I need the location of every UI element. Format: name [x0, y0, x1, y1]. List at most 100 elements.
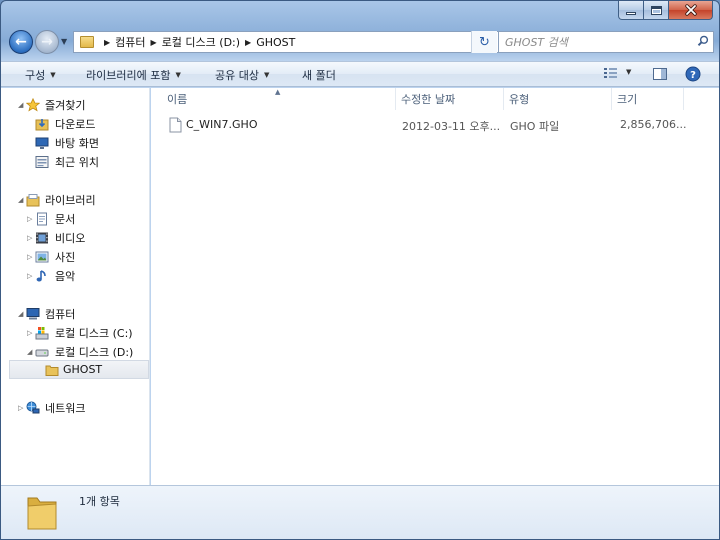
nav-item-drive-d[interactable]: ◢ 로컬 디스크 (D:): [1, 342, 149, 361]
organize-button[interactable]: 구성 ▼: [25, 67, 56, 83]
system-drive-icon: [35, 326, 49, 339]
nav-item-videos[interactable]: ▷ 비디오: [1, 228, 149, 247]
maximize-button[interactable]: [644, 1, 669, 20]
music-icon: [36, 269, 46, 281]
nav-item-music-label: 음악: [55, 269, 76, 283]
nav-item-pictures[interactable]: ▷ 사진: [1, 247, 149, 266]
column-header-modified-label: 수정한 날짜: [401, 93, 456, 106]
column-header-name-label: 이름: [167, 93, 188, 106]
breadcrumb-drive-d[interactable]: 로컬 디스크 (D:): [162, 34, 240, 50]
share-with-button[interactable]: 공유 대상 ▼: [215, 67, 269, 83]
preview-pane-icon[interactable]: [652, 66, 668, 82]
nav-item-recent-places-label: 최근 위치: [55, 155, 99, 169]
close-button[interactable]: [669, 1, 713, 20]
nav-computer[interactable]: ◢ 컴퓨터: [1, 304, 149, 323]
explorer-window: ← → ▼ ▶ 컴퓨터 ▶ 로컬 디스크 (D:) ▶ GHOST ▼ ↻ GH…: [0, 0, 720, 540]
expand-icon[interactable]: ▷: [18, 404, 23, 412]
file-icon: [169, 117, 182, 133]
folder-icon: [27, 497, 57, 530]
command-bar: 구성 ▼ 라이브러리에 포함 ▼ 공유 대상 ▼ 새 폴더 ▼ ?: [1, 61, 719, 87]
search-box[interactable]: GHOST 검색: [498, 31, 714, 53]
collapse-icon[interactable]: ◢: [27, 348, 32, 356]
expand-icon[interactable]: ▷: [27, 215, 32, 223]
nav-item-desktop-label: 바탕 화면: [55, 136, 99, 150]
refresh-button[interactable]: ↻: [471, 31, 497, 53]
breadcrumb-separator-icon[interactable]: ▶: [151, 38, 157, 47]
library-icon: [26, 193, 40, 206]
folder-icon: [45, 365, 59, 376]
pictures-icon: [35, 251, 49, 262]
expand-icon[interactable]: ▷: [27, 329, 32, 337]
column-header-size-label: 크기: [617, 93, 638, 106]
recent-pages-dropdown[interactable]: ▼: [61, 37, 67, 46]
forward-button[interactable]: →: [35, 30, 59, 54]
collapse-icon[interactable]: ◢: [18, 310, 23, 318]
collapse-icon[interactable]: ◢: [18, 101, 23, 109]
nav-item-music[interactable]: ▷ 음악: [1, 266, 149, 285]
include-in-library-button[interactable]: 라이브러리에 포함 ▼: [86, 67, 181, 83]
breadcrumb-ghost[interactable]: GHOST: [256, 36, 295, 49]
back-button[interactable]: ←: [9, 30, 33, 54]
column-header-size[interactable]: 크기: [612, 88, 684, 110]
forward-arrow-icon: →: [41, 34, 53, 50]
nav-network[interactable]: ▷ 네트워크: [1, 398, 149, 417]
collapse-icon[interactable]: ◢: [18, 196, 23, 204]
close-icon: [684, 4, 697, 16]
nav-item-documents-label: 문서: [55, 212, 76, 226]
minimize-button[interactable]: [618, 1, 644, 20]
search-icon[interactable]: [697, 35, 709, 47]
expand-icon[interactable]: ▷: [27, 253, 32, 261]
nav-item-downloads[interactable]: 다운로드: [1, 114, 149, 133]
breadcrumb-computer[interactable]: 컴퓨터: [115, 34, 145, 50]
minimize-icon: [626, 11, 636, 15]
nav-item-ghost[interactable]: GHOST: [9, 360, 149, 379]
nav-libraries-label: 라이브러리: [45, 193, 96, 207]
new-folder-label: 새 폴더: [302, 69, 336, 82]
column-header-type[interactable]: 유형: [504, 88, 612, 110]
star-icon: [26, 97, 40, 111]
back-arrow-icon: ←: [15, 34, 27, 50]
svg-text:?: ?: [690, 70, 696, 81]
network-icon: [26, 401, 40, 413]
nav-favorites[interactable]: ◢ 즐겨찾기: [1, 95, 149, 114]
expand-icon[interactable]: ▷: [27, 272, 32, 280]
details-pane: 1개 항목: [1, 485, 719, 539]
nav-item-drive-d-label: 로컬 디스크 (D:): [55, 345, 134, 359]
file-type: GHO 파일: [510, 120, 560, 133]
nav-libraries[interactable]: ◢ 라이브러리: [1, 190, 149, 209]
breadcrumb-separator-icon[interactable]: ▶: [104, 38, 110, 47]
navigation-bar: ← → ▼ ▶ 컴퓨터 ▶ 로컬 디스크 (D:) ▶ GHOST ▼ ↻ GH…: [7, 29, 715, 55]
recent-places-icon: [35, 155, 49, 168]
new-folder-button[interactable]: 새 폴더: [302, 67, 336, 83]
nav-item-recent-places[interactable]: 최근 위치: [1, 152, 149, 171]
nav-item-drive-c-label: 로컬 디스크 (C:): [55, 326, 133, 340]
desktop-icon: [35, 137, 49, 149]
nav-item-videos-label: 비디오: [55, 231, 86, 245]
view-dropdown-icon[interactable]: ▼: [626, 68, 631, 76]
nav-item-desktop[interactable]: 바탕 화면: [1, 133, 149, 152]
maximize-icon: [650, 5, 662, 15]
hard-drive-icon: [35, 349, 49, 356]
column-header-modified[interactable]: 수정한 날짜: [396, 88, 504, 110]
breadcrumb-separator-icon[interactable]: ▶: [245, 38, 251, 47]
downloads-icon: [35, 118, 49, 130]
file-list: 이름 ▲ 수정한 날짜 유형 크기 C_WIN7.GHO 2012-03-11 …: [151, 88, 719, 485]
nav-item-documents[interactable]: ▷ 문서: [1, 209, 149, 228]
file-name: C_WIN7.GHO: [186, 118, 258, 131]
file-size: 2,856,706...: [620, 118, 687, 131]
view-options-icon[interactable]: [603, 66, 619, 80]
table-row[interactable]: C_WIN7.GHO 2012-03-11 오후... GHO 파일 2,856…: [167, 115, 697, 135]
file-modified: 2012-03-11 오후...: [402, 120, 501, 133]
column-header-type-label: 유형: [509, 93, 530, 106]
documents-icon: [37, 212, 47, 225]
expand-icon[interactable]: ▷: [27, 234, 32, 242]
nav-item-drive-c[interactable]: ▷ 로컬 디스크 (C:): [1, 323, 149, 342]
help-icon[interactable]: ?: [685, 66, 701, 82]
search-input[interactable]: GHOST 검색: [505, 34, 568, 50]
address-bar[interactable]: ▶ 컴퓨터 ▶ 로컬 디스크 (D:) ▶ GHOST ▼: [73, 31, 499, 53]
organize-label: 구성: [25, 69, 46, 82]
nav-item-downloads-label: 다운로드: [55, 117, 96, 131]
computer-icon: [26, 307, 40, 319]
sort-ascending-icon: ▲: [275, 88, 281, 96]
nav-network-label: 네트워크: [45, 401, 86, 415]
